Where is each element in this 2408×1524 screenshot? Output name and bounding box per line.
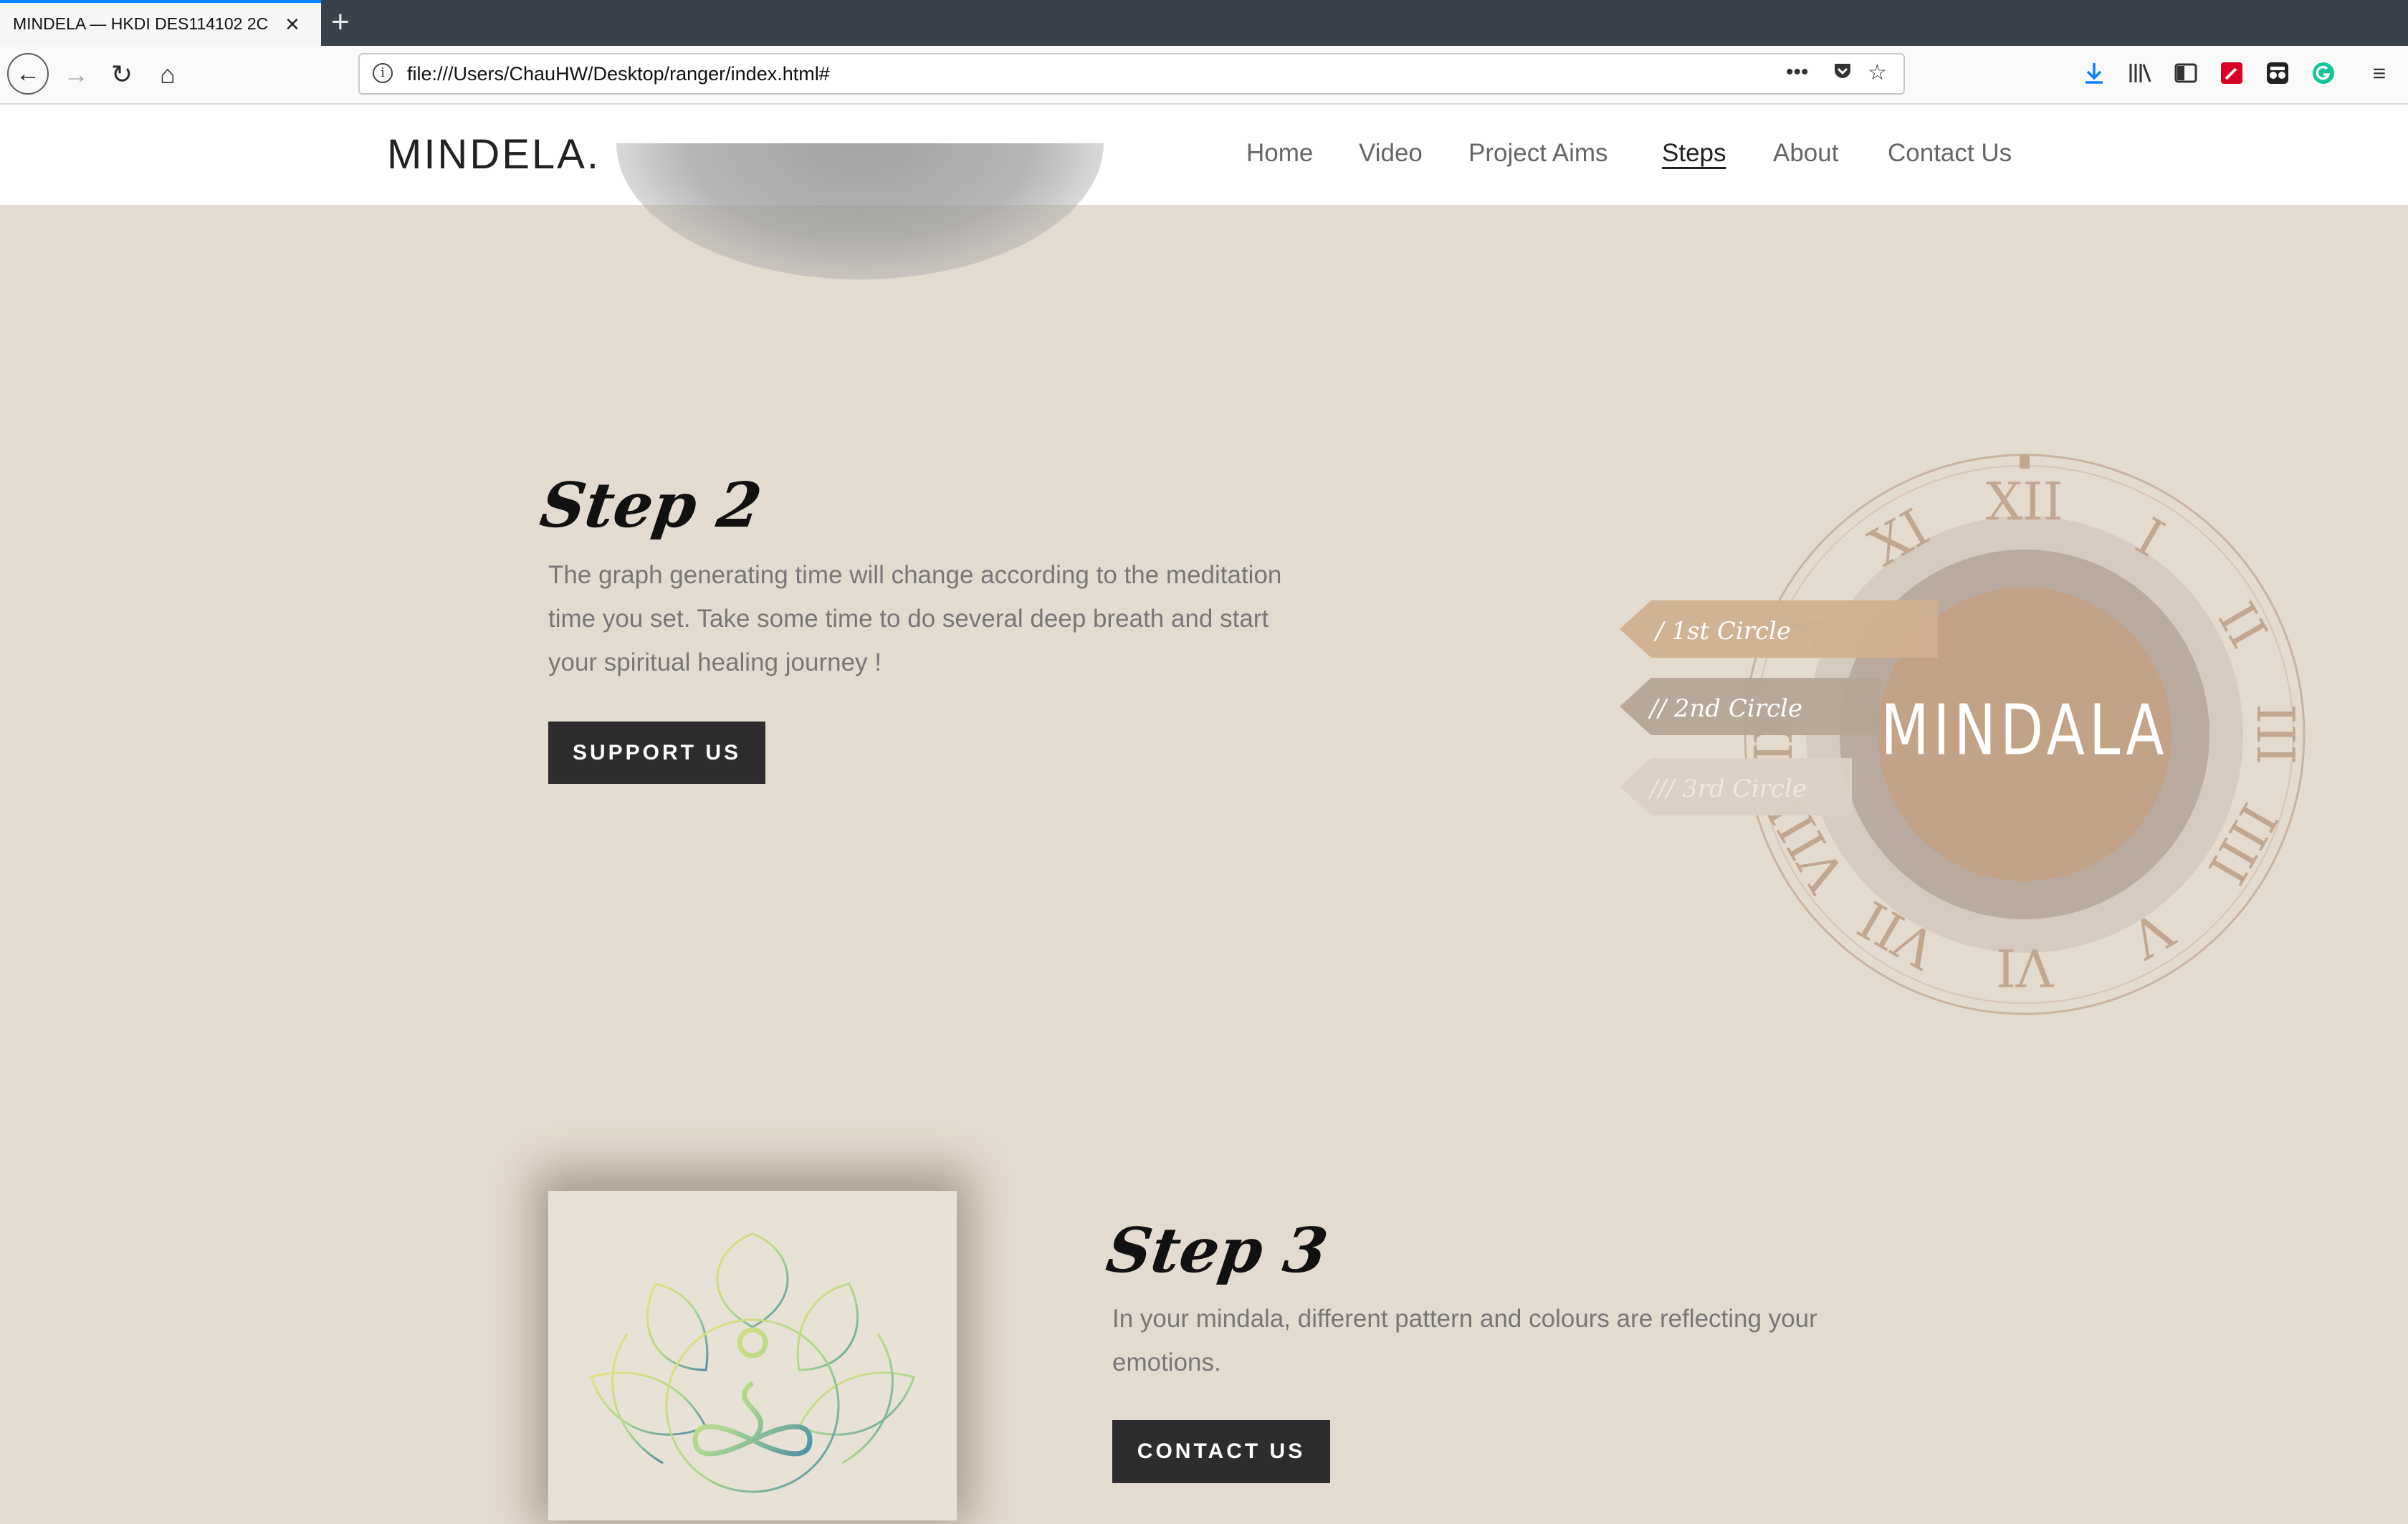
second-circle-tag: // 2nd Circle — [1620, 678, 1881, 735]
svg-text:/ 1st Circle: / 1st Circle — [1653, 617, 1791, 646]
nav-home[interactable]: Home — [1246, 139, 1313, 168]
site-header: MINDELA. Home Video Project Aims Steps A… — [0, 105, 2408, 205]
site-info-icon[interactable]: i — [373, 63, 393, 83]
reload-icon[interactable]: ↻ — [100, 53, 143, 96]
pen-extension-icon[interactable] — [2217, 59, 2246, 87]
step3-title: Step 3 — [1102, 1214, 1332, 1287]
nav-about[interactable]: About — [1773, 139, 1838, 168]
nav-project-aims[interactable]: Project Aims — [1468, 139, 1608, 168]
support-us-button[interactable]: SUPPORT US — [548, 722, 765, 784]
incognito-extension-icon[interactable] — [2263, 59, 2292, 87]
third-circle-tag: /// 3rd Circle — [1620, 758, 1852, 815]
step3-description: In your mindala, different pattern and c… — [1112, 1305, 1817, 1376]
downloads-icon[interactable] — [2080, 59, 2108, 87]
numeral-6: VI — [1996, 937, 2054, 997]
sidebar-icon[interactable] — [2172, 59, 2200, 87]
page-actions-icon[interactable]: ••• — [1786, 60, 1809, 85]
numeral-3: III — [2245, 704, 2306, 765]
new-tab-icon[interactable]: + — [331, 4, 350, 40]
home-icon[interactable]: ⌂ — [146, 53, 189, 96]
step1-illustration-remnant — [616, 143, 1104, 279]
nav-contact-us[interactable]: Contact Us — [1888, 139, 2012, 168]
library-icon[interactable] — [2126, 59, 2154, 87]
svg-text:// 2nd Circle: // 2nd Circle — [1648, 694, 1802, 723]
nav-video[interactable]: Video — [1359, 139, 1423, 168]
back-arrow-icon[interactable]: ← — [7, 53, 49, 95]
forward-arrow-icon[interactable]: → — [54, 53, 97, 96]
clock-top-marker — [2020, 454, 2030, 469]
url-bar[interactable]: i file:///Users/ChauHW/Desktop/ranger/in… — [358, 53, 1905, 95]
site-logo[interactable]: MINDELA. — [387, 130, 601, 178]
first-circle-tag: / 1st Circle — [1620, 600, 1938, 658]
numeral-12: XII — [1986, 471, 2063, 532]
mindala-center-label: MINDALA — [1881, 689, 2168, 771]
step3-illustration-card — [548, 1191, 957, 1520]
lotus-meditation-illustration — [590, 1232, 915, 1493]
close-tab-icon[interactable]: × — [285, 10, 300, 39]
menu-icon[interactable]: ≡ — [2365, 59, 2394, 87]
pocket-icon[interactable] — [1832, 60, 1853, 87]
step2-description: The graph generating time will change ac… — [548, 561, 1282, 676]
nav-steps[interactable]: Steps — [1662, 139, 1726, 168]
browser-toolbar: ← → ↻ ⌂ i file:///Users/ChauHW/Desktop/r… — [0, 46, 2408, 105]
tab-title: MINDELA — HKDI DES114102 2C1 F — [13, 14, 268, 33]
browser-tab[interactable]: MINDELA — HKDI DES114102 2C1 F × — [0, 0, 321, 46]
bookmark-star-icon[interactable]: ☆ — [1868, 60, 1887, 85]
browser-tab-bar: MINDELA — HKDI DES114102 2C1 F × + — [0, 0, 2408, 46]
url-text[interactable]: file:///Users/ChauHW/Desktop/ranger/inde… — [407, 63, 830, 85]
mindala-clock-illustration: XII I II III IIII V VI VII VIII IX X XI … — [1620, 454, 2306, 1015]
contact-us-button[interactable]: CONTACT US — [1112, 1420, 1330, 1483]
step2-title: Step 2 — [535, 469, 766, 542]
svg-text:/// 3rd Circle: /// 3rd Circle — [1648, 775, 1807, 803]
grammarly-icon[interactable] — [2309, 59, 2338, 87]
